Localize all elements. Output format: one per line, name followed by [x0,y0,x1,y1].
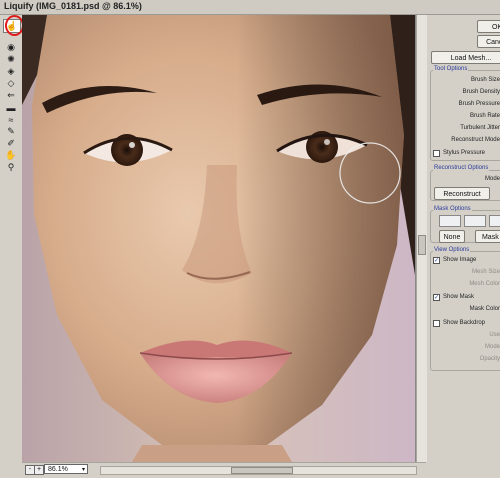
reconstruct-tool-button[interactable]: ◉ [3,42,19,53]
turbulent-jitter-label: Turbulent Jitter [460,125,500,131]
mesh-size-label: Mesh Size [471,269,500,275]
status-bar: - + 86.1% ▾ [22,462,426,478]
options-panel: OK Cancel Load Mesh... Tool Options Brus… [427,15,500,477]
show-image-label: Show Image [443,257,477,263]
face-image [22,15,415,462]
mask-all-button[interactable]: Mask All [475,230,500,243]
reconstruct-button[interactable]: Reconstruct [434,187,490,200]
mask-color-label: Mask Color [469,306,500,312]
show-backdrop-label: Show Backdrop [443,320,486,326]
mirror-tool-button[interactable]: ▬ [3,102,19,113]
twirl-tool-button[interactable]: ✺ [3,54,19,65]
tools-panel: ☝ ◉ ✺ ◈ ◇ ⇐ ▬ ≈ ✎ ✐ ✋ ⚲ [0,15,23,477]
load-mesh-button[interactable]: Load Mesh... [431,51,500,64]
brush-rate-label: Brush Rate [469,113,500,119]
mesh-color-label: Mesh Color [469,281,500,287]
twirl-icon: ✺ [7,54,15,64]
bloat-icon: ◇ [7,78,15,88]
pucker-tool-button[interactable]: ◈ [3,66,19,77]
ok-button[interactable]: OK [477,20,500,33]
vertical-scroll-thumb[interactable] [418,235,426,255]
brush-density-label: Brush Density [462,89,500,95]
preview-canvas[interactable] [22,15,416,462]
push-left-tool-button[interactable]: ⇐ [3,90,19,101]
chevron-down-icon: ▾ [81,467,85,473]
tool-options-title: Tool Options [433,66,469,72]
thaw-mask-icon: ✐ [7,138,15,148]
reconstruct-mode-field-label: Mode [484,176,500,182]
view-options-title: View Options [433,247,471,253]
zoom-icon: ⚲ [7,162,15,172]
backdrop-use-label: Use [489,332,500,338]
horizontal-scrollbar[interactable] [100,466,417,475]
reconstruct-icon: ◉ [7,42,15,52]
brush-pressure-label: Brush Pressure [458,101,500,107]
mask-add-selection-button[interactable] [464,215,486,227]
zoom-in-button[interactable]: + [34,465,44,475]
hand-tool-button[interactable]: ✋ [3,150,19,161]
show-image-checkbox[interactable]: ✓ [433,257,440,264]
zoom-level-select[interactable]: 86.1% ▾ [44,464,88,474]
cancel-button[interactable]: Cancel [477,35,500,48]
turbulence-icon: ≈ [8,114,14,125]
pucker-icon: ◈ [7,66,15,76]
freeze-mask-icon: ✎ [7,126,15,136]
bloat-tool-button[interactable]: ◇ [3,78,19,89]
title-bar: Liquify (IMG_0181.psd @ 86.1%) [0,0,500,15]
mask-subtract-selection-button[interactable] [489,215,500,227]
mask-options-title: Mask Options [433,206,472,212]
thaw-mask-tool-button[interactable]: ✐ [3,138,19,149]
show-backdrop-checkbox[interactable] [433,320,440,327]
stylus-pressure-checkbox[interactable] [433,150,440,157]
freeze-mask-tool-button[interactable]: ✎ [3,126,19,137]
mask-none-button[interactable]: None [439,230,465,243]
push-left-icon: ⇐ [7,90,15,100]
hand-icon: ✋ [5,150,17,160]
show-mask-label: Show Mask [443,294,475,300]
stylus-pressure-label: Stylus Pressure [443,150,486,156]
brush-size-label: Brush Size [470,77,500,83]
reconstruct-options-title: Reconstruct Options [433,165,490,171]
turbulence-tool-button[interactable]: ≈ [3,114,19,125]
show-mask-checkbox[interactable]: ✓ [433,294,440,301]
horizontal-scroll-thumb[interactable] [231,467,293,474]
zoom-tool-button[interactable]: ⚲ [3,162,19,173]
reconstruct-mode-label: Reconstruct Mode [451,137,500,143]
mirror-icon: ▬ [6,102,16,113]
window-title: Liquify (IMG_0181.psd @ 86.1%) [4,1,142,11]
backdrop-opacity-label: Opacity [479,356,500,362]
backdrop-mode-label: Mode [484,344,500,350]
vertical-scrollbar[interactable] [416,15,427,462]
zoom-level-value: 86.1% [48,466,68,473]
mask-replace-selection-button[interactable] [439,215,461,227]
